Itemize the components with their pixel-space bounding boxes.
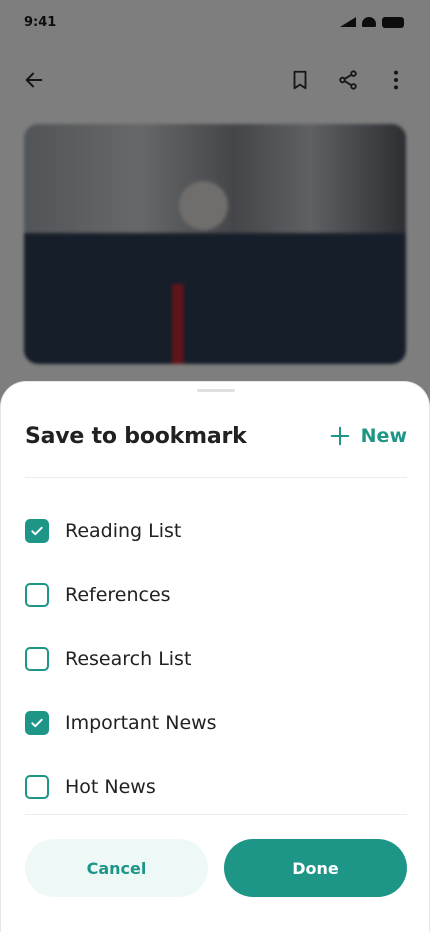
footer-divider (25, 814, 407, 815)
check-icon (31, 526, 43, 536)
bookmark-item-label: Hot News (65, 776, 156, 798)
bookmark-item-research-list[interactable]: Research List (25, 627, 407, 691)
new-bookmark-button[interactable]: New (329, 425, 407, 447)
sheet-drag-handle[interactable] (197, 389, 235, 392)
check-icon (31, 718, 43, 728)
bookmark-item-hot-news[interactable]: Hot News (25, 755, 407, 819)
done-button[interactable]: Done (224, 839, 407, 897)
bookmark-list: Reading List References Research List Im… (25, 499, 407, 819)
bookmark-item-label: Important News (65, 712, 217, 734)
plus-icon (330, 426, 349, 446)
checkbox[interactable] (25, 711, 49, 735)
checkbox[interactable] (25, 775, 49, 799)
checkbox[interactable] (25, 519, 49, 543)
new-bookmark-label: New (360, 425, 407, 447)
bookmark-item-label: Research List (65, 648, 192, 670)
sheet-actions: Cancel Done (25, 839, 407, 897)
bookmark-item-important-news[interactable]: Important News (25, 691, 407, 755)
header-divider (25, 477, 407, 478)
bookmark-bottom-sheet: Save to bookmark New Reading List Refere… (0, 381, 430, 932)
bookmark-item-label: Reading List (65, 520, 182, 542)
cancel-button[interactable]: Cancel (25, 839, 208, 897)
sheet-title: Save to bookmark (25, 423, 247, 449)
sheet-header: Save to bookmark New (25, 418, 407, 454)
bookmark-item-reading-list[interactable]: Reading List (25, 499, 407, 563)
bookmark-item-references[interactable]: References (25, 563, 407, 627)
checkbox[interactable] (25, 647, 49, 671)
bookmark-item-label: References (65, 584, 171, 606)
checkbox[interactable] (25, 583, 49, 607)
